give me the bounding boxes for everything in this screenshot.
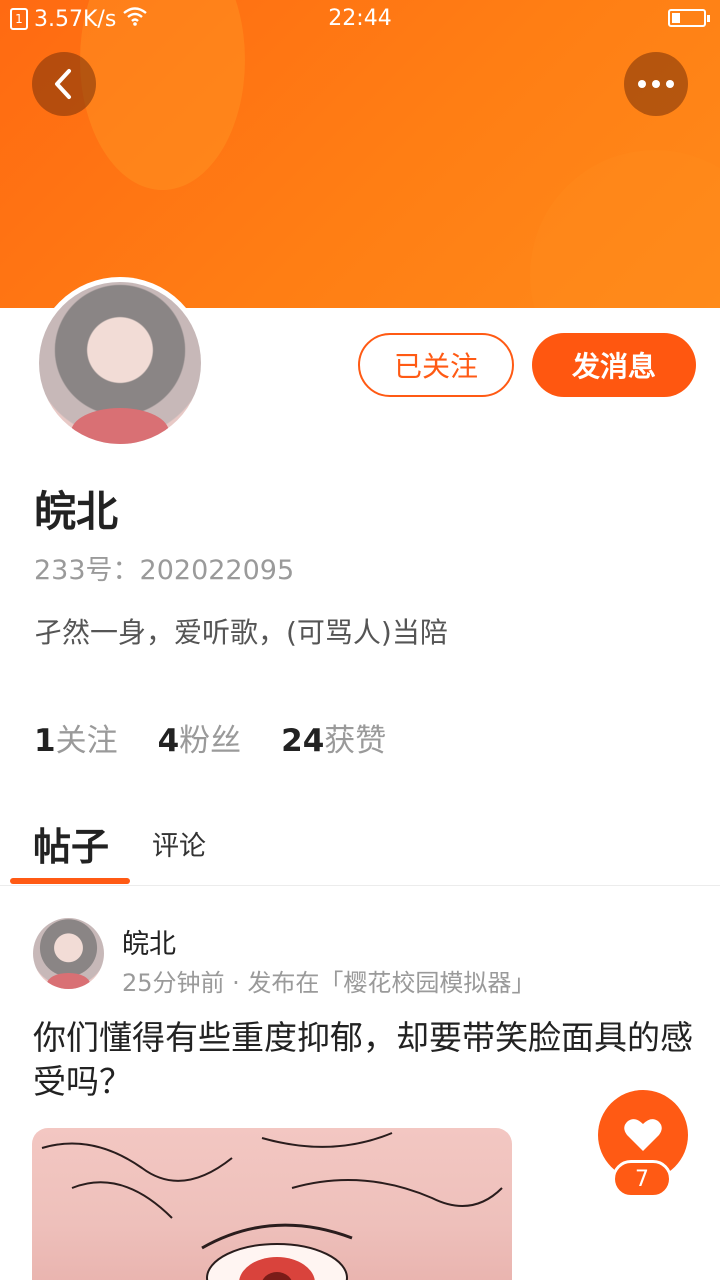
tab-posts[interactable]: 帖子 bbox=[33, 816, 109, 871]
stat-label: 关注 bbox=[55, 723, 118, 759]
avatar-image bbox=[33, 918, 104, 989]
profile-bio: 孑然一身，爱听歌，(可骂人)当陪 bbox=[34, 616, 448, 649]
stat-label: 粉丝 bbox=[179, 723, 242, 759]
profile-tabs: 帖子 评论 bbox=[0, 810, 720, 886]
banner-decoration bbox=[530, 150, 720, 308]
post-author-name[interactable]: 皖北 bbox=[122, 922, 176, 961]
profile-avatar[interactable] bbox=[34, 277, 206, 449]
profile-stats: 1关注 4粉丝 24获赞 bbox=[34, 715, 386, 760]
post-meta: 25分钟前 · 发布在「樱花校园模拟器」 bbox=[122, 969, 536, 997]
tab-comments[interactable]: 评论 bbox=[152, 824, 206, 863]
profile-banner bbox=[0, 0, 720, 308]
stat-likes[interactable]: 24获赞 bbox=[281, 715, 386, 760]
battery-icon bbox=[668, 9, 710, 27]
post-text: 你们懂得有些重度抑郁，却要带笑脸面具的感受吗？ bbox=[33, 1018, 693, 1101]
profile-name: 皖北 bbox=[34, 487, 119, 536]
active-tab-indicator bbox=[10, 878, 130, 884]
clock: 22:44 bbox=[328, 6, 392, 31]
stat-number: 24 bbox=[281, 723, 325, 759]
post-card[interactable]: 皖北 25分钟前 · 发布在「樱花校园模拟器」 你们懂得有些重度抑郁，却要带笑脸… bbox=[0, 886, 720, 1280]
stat-number: 1 bbox=[34, 723, 56, 759]
stat-following[interactable]: 1关注 bbox=[34, 715, 118, 760]
stat-followers[interactable]: 4粉丝 bbox=[158, 715, 242, 760]
followed-button[interactable]: 已关注 bbox=[358, 333, 514, 397]
more-horizontal-icon bbox=[638, 80, 674, 88]
profile-id: 233号：202022095 bbox=[34, 555, 295, 586]
status-bar: 1 3.57K/s 22:44 bbox=[0, 0, 720, 40]
back-button[interactable] bbox=[32, 52, 96, 116]
post-author-avatar[interactable] bbox=[33, 918, 104, 989]
chevron-left-icon bbox=[55, 69, 71, 99]
send-message-button[interactable]: 发消息 bbox=[532, 333, 696, 397]
more-button[interactable] bbox=[624, 52, 688, 116]
heart-icon bbox=[624, 1119, 662, 1151]
stat-label: 获赞 bbox=[324, 723, 387, 759]
avatar-image bbox=[39, 282, 201, 444]
stat-number: 4 bbox=[157, 723, 180, 759]
post-image[interactable] bbox=[32, 1128, 512, 1280]
like-count-badge: 7 bbox=[612, 1160, 672, 1198]
